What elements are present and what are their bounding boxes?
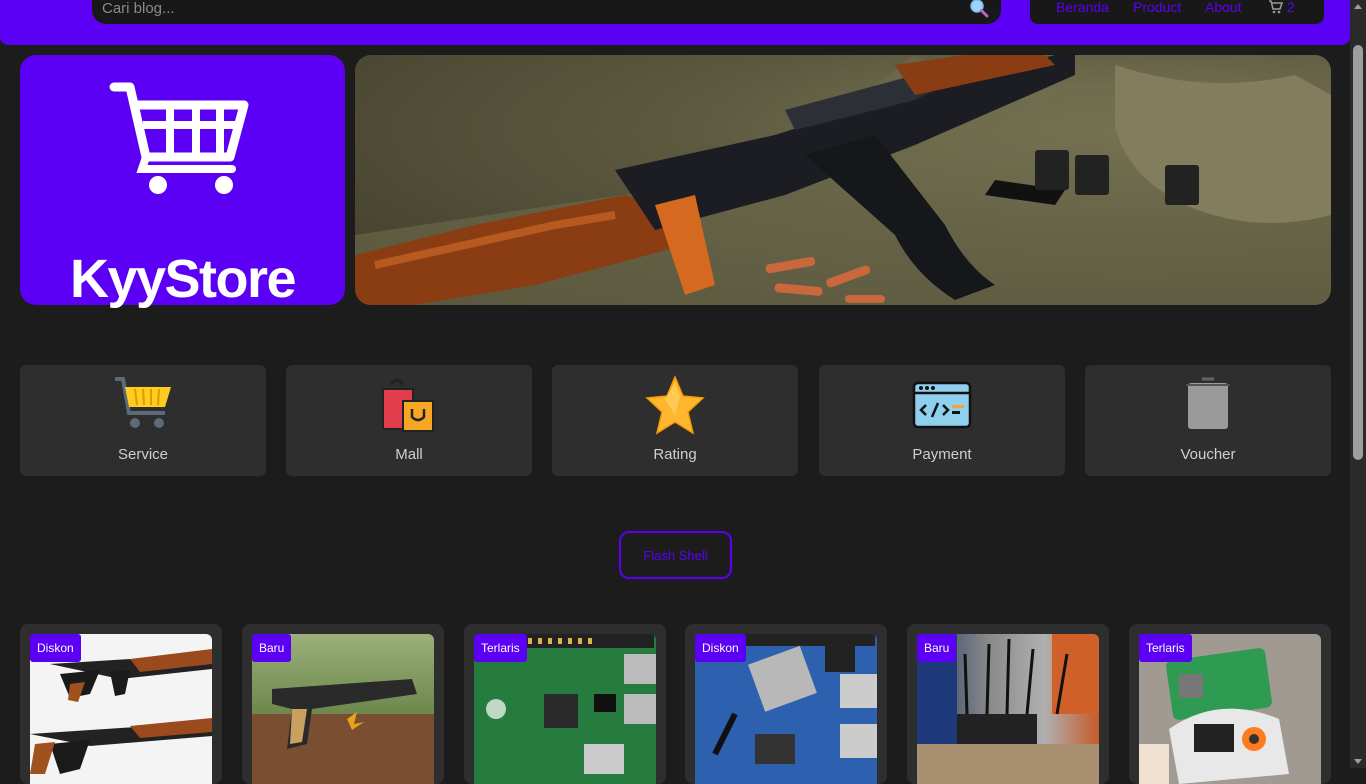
rifle-photo xyxy=(355,55,1331,305)
nav-menu: Beranda Product About 2 xyxy=(1030,0,1324,24)
product-tag: Diskon xyxy=(30,634,81,662)
top-bar: Beranda Product About 2 xyxy=(0,0,1350,45)
scroll-down-arrow-icon[interactable] xyxy=(1354,759,1362,764)
banner-image xyxy=(355,55,1331,305)
search-bar xyxy=(92,0,1001,24)
voucher-icon xyxy=(1186,377,1230,429)
shopping-cart-logo-icon xyxy=(109,82,249,194)
product-tag: Terlaris xyxy=(474,634,527,662)
search-icon[interactable] xyxy=(969,0,989,18)
category-service[interactable]: Service xyxy=(20,365,266,476)
cart-button[interactable]: 2 xyxy=(1268,0,1295,15)
product-card[interactable]: Terlaris xyxy=(464,624,666,784)
cart-icon xyxy=(1269,0,1284,14)
product-tag: Diskon xyxy=(695,634,746,662)
flash-shell-button[interactable]: Flash Shell xyxy=(619,531,732,579)
scroll-up-arrow-icon[interactable] xyxy=(1354,4,1362,9)
scrollbar[interactable] xyxy=(1350,0,1366,768)
product-card[interactable]: Diskon xyxy=(685,624,887,784)
category-label: Voucher xyxy=(1180,446,1236,463)
nav-link-beranda[interactable]: Beranda xyxy=(1056,0,1109,15)
product-card[interactable]: Baru xyxy=(242,624,444,784)
category-label: Payment xyxy=(912,446,972,463)
code-window-icon xyxy=(912,381,972,429)
shopping-cart-icon xyxy=(115,377,171,428)
category-label: Service xyxy=(117,446,169,463)
category-mall[interactable]: Mall xyxy=(286,365,532,476)
category-label: Rating xyxy=(653,446,697,463)
nav-link-product[interactable]: Product xyxy=(1133,0,1181,15)
product-card[interactable]: Terlaris xyxy=(1129,624,1331,784)
store-logo: KyyStore xyxy=(20,55,345,309)
product-card[interactable]: Diskon xyxy=(20,624,222,784)
cart-count: 2 xyxy=(1286,0,1295,15)
star-icon xyxy=(645,375,705,435)
shopping-bags-icon xyxy=(382,378,434,432)
product-tag: Terlaris xyxy=(1139,634,1192,662)
scrollbar-thumb[interactable] xyxy=(1353,45,1363,460)
logo-text: KyyStore xyxy=(69,249,297,309)
search-input[interactable] xyxy=(102,0,952,16)
category-voucher[interactable]: Voucher xyxy=(1085,365,1331,476)
category-label: Mall xyxy=(395,446,423,463)
product-tag: Baru xyxy=(917,634,957,662)
category-payment[interactable]: Payment xyxy=(819,365,1065,476)
category-rating[interactable]: Rating xyxy=(552,365,798,476)
product-card[interactable]: Baru xyxy=(907,624,1109,784)
nav-link-about[interactable]: About xyxy=(1205,0,1242,15)
product-tag: Baru xyxy=(252,634,292,662)
